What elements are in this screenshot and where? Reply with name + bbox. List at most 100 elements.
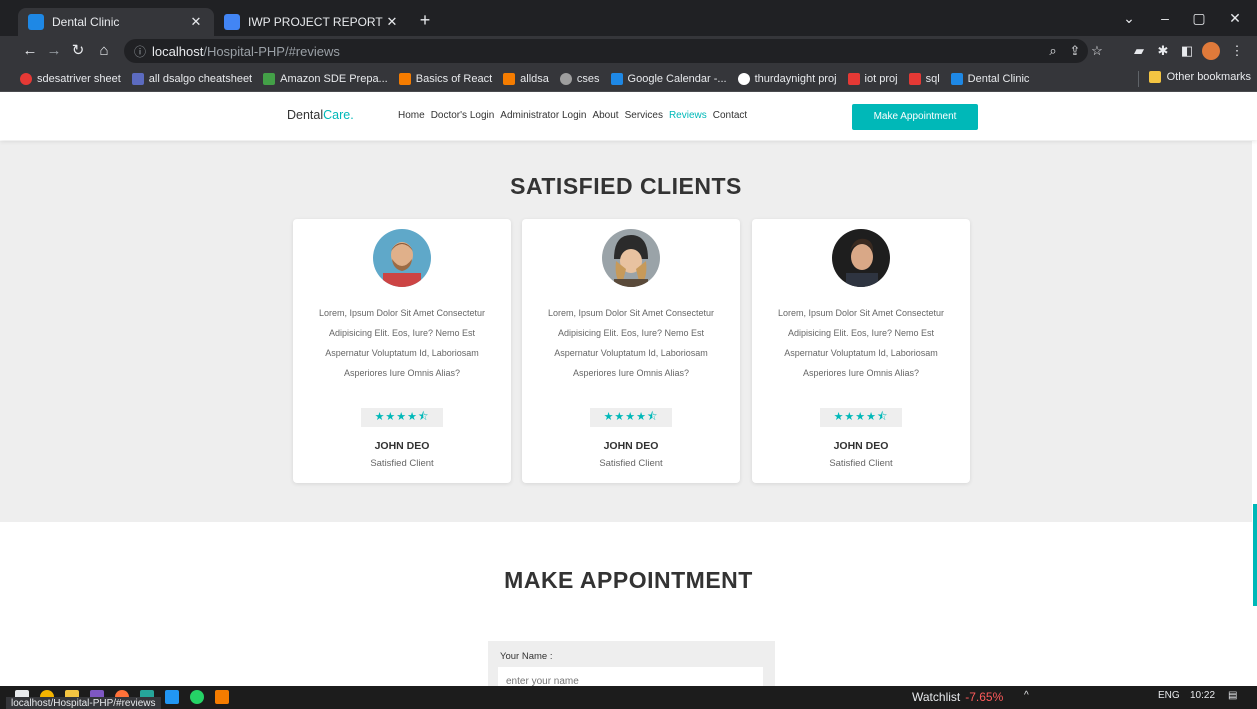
tray-chevron-icon[interactable]: ^: [1024, 690, 1029, 701]
appointment-title: MAKE APPOINTMENT: [504, 567, 753, 593]
close-icon[interactable]: ✕: [188, 14, 204, 30]
tab-search-icon[interactable]: ⌄: [1114, 8, 1144, 28]
review-text: Lorem, Ipsum Dolor Sit Amet Consectetur …: [777, 308, 945, 378]
extensions-puzzle-icon[interactable]: ✱: [1154, 42, 1172, 60]
dental-favicon-icon: [28, 14, 44, 30]
bookmark-item[interactable]: Dental Clinic: [950, 72, 1030, 85]
bookmark-icon: [950, 72, 963, 85]
bookmark-icon: [908, 72, 921, 85]
nav-link-contact[interactable]: Contact: [713, 110, 747, 121]
logo-main: Dental: [287, 108, 324, 122]
bookmark-icon: [737, 72, 750, 85]
forward-button[interactable]: →: [44, 41, 64, 61]
avatar: [832, 229, 890, 287]
nav-link-home[interactable]: Home: [398, 110, 425, 121]
nav-link-about[interactable]: About: [592, 110, 618, 121]
address-host: localhost: [152, 43, 204, 59]
reviewer-name: JOHN DEO: [833, 440, 889, 452]
bookmark-separator: [1138, 71, 1139, 87]
home-button[interactable]: ⌂: [94, 41, 114, 61]
bookmark-icon: [20, 72, 32, 85]
zoom-icon[interactable]: ⌕: [1044, 42, 1062, 60]
avatar: [602, 229, 660, 287]
appointment-form: Your Name :: [488, 641, 775, 686]
bookmark-item[interactable]: iot proj: [847, 72, 898, 85]
browser-toolbar: ← → ↻ ⌂ ⓘ localhost/Hospital-PHP/#review…: [0, 36, 1257, 66]
bookmark-item[interactable]: cses: [559, 72, 600, 85]
bookmark-label: iot proj: [864, 72, 898, 85]
review-card: Lorem, Ipsum Dolor Sit Amet Consectetur …: [522, 219, 740, 483]
maximize-button[interactable]: ▢: [1184, 8, 1214, 28]
name-label: Your Name :: [500, 651, 553, 662]
nav-link-reviews[interactable]: Reviews: [669, 110, 707, 121]
bookmark-star-icon[interactable]: ☆: [1088, 42, 1106, 60]
app-icon[interactable]: [215, 690, 229, 704]
name-input[interactable]: [498, 667, 763, 686]
nav-link-doctors-login[interactable]: Doctor's Login: [431, 110, 495, 121]
bookmark-item[interactable]: sql: [908, 72, 940, 85]
bookmark-item[interactable]: all dsalgo cheatsheet: [131, 72, 252, 85]
reviewer-role: Satisfied Client: [370, 458, 434, 469]
bookmark-label: Amazon SDE Prepa...: [280, 72, 388, 85]
bookmark-icon: [847, 72, 860, 85]
back-button[interactable]: ←: [20, 41, 40, 61]
watchlist-label: Watchlist: [912, 690, 961, 704]
minimize-button[interactable]: –: [1150, 8, 1180, 28]
star-rating: ★★★★⯪: [361, 408, 443, 427]
reload-button[interactable]: ↻: [68, 41, 88, 61]
other-bookmarks-label: Other bookmarks: [1166, 71, 1251, 83]
nav-link-services[interactable]: Services: [625, 110, 663, 121]
tab-title: Dental Clinic: [52, 15, 120, 29]
reviewer-name: JOHN DEO: [603, 440, 659, 452]
browser-tab-strip: Dental Clinic ✕ IWP PROJECT REPORT - Goo…: [0, 0, 1257, 36]
tab-iwp-project-report[interactable]: IWP PROJECT REPORT - Google D ✕: [214, 8, 410, 36]
review-card: Lorem, Ipsum Dolor Sit Amet Consectetur …: [752, 219, 970, 483]
other-bookmarks[interactable]: Other bookmarks: [1148, 71, 1251, 83]
bookmark-item[interactable]: thurdaynight proj: [737, 72, 837, 85]
watchlist-widget[interactable]: Watchlist -7.65%: [912, 690, 1003, 704]
link-status-bar: localhost/Hospital-PHP/#reviews: [6, 697, 161, 709]
bookmark-item[interactable]: Google Calendar -...: [610, 72, 727, 85]
clock[interactable]: 10:22: [1190, 690, 1215, 701]
nav-link-administrator-login[interactable]: Administrator Login: [500, 110, 586, 121]
tab-dental-clinic[interactable]: Dental Clinic ✕: [18, 8, 214, 36]
reviewer-name: JOHN DEO: [374, 440, 430, 452]
page-viewport: DentalCare. Home Doctor's Login Administ…: [0, 92, 1257, 686]
bookmark-label: Basics of React: [415, 72, 493, 85]
bookmark-item[interactable]: alldsa: [503, 72, 549, 85]
close-icon[interactable]: ✕: [384, 14, 400, 30]
vscode-icon[interactable]: [165, 690, 179, 704]
bookmark-label: sql: [925, 72, 940, 85]
watchlist-change: -7.65%: [965, 690, 1004, 704]
window-close-button[interactable]: ✕: [1220, 8, 1250, 28]
bookmark-item[interactable]: Amazon SDE Prepa...: [263, 72, 388, 85]
site-info-icon[interactable]: ⓘ: [134, 43, 146, 60]
share-icon[interactable]: ⇪: [1066, 42, 1084, 60]
menu-icon[interactable]: ⋮: [1228, 42, 1246, 60]
site-header: DentalCare. Home Doctor's Login Administ…: [0, 92, 1257, 140]
site-logo[interactable]: DentalCare.: [287, 108, 354, 122]
review-text: Lorem, Ipsum Dolor Sit Amet Consectetur …: [547, 308, 715, 378]
language-indicator[interactable]: ENG: [1158, 690, 1180, 701]
reviewer-role: Satisfied Client: [599, 458, 663, 469]
side-panel-icon[interactable]: ◧: [1178, 42, 1196, 60]
bookmark-icon: [263, 72, 276, 85]
whatsapp-icon[interactable]: [190, 690, 204, 704]
make-appointment-button[interactable]: Make Appointment: [852, 104, 978, 130]
bookmark-label: alldsa: [520, 72, 549, 85]
avatar: [373, 229, 431, 287]
bookmark-item[interactable]: sdesatriver sheet: [20, 72, 121, 85]
bookmark-label: Dental Clinic: [967, 72, 1030, 85]
logo-accent: Care.: [323, 108, 354, 122]
profile-avatar[interactable]: [1202, 42, 1220, 60]
extension-icon[interactable]: ▰: [1130, 42, 1148, 60]
bookmark-icon: [398, 72, 411, 85]
address-bar[interactable]: ⓘ localhost/Hospital-PHP/#reviews: [124, 39, 1088, 63]
reviewer-role: Satisfied Client: [829, 458, 893, 469]
bookmark-icon: [559, 72, 572, 85]
new-tab-button[interactable]: +: [414, 10, 436, 32]
notification-icon[interactable]: ▤: [1228, 690, 1237, 701]
windows-taskbar: Watchlist -7.65% ^ ENG 10:22 ▤: [0, 686, 1257, 709]
bookmark-label: sdesatriver sheet: [37, 72, 121, 85]
bookmark-item[interactable]: Basics of React: [398, 72, 493, 85]
